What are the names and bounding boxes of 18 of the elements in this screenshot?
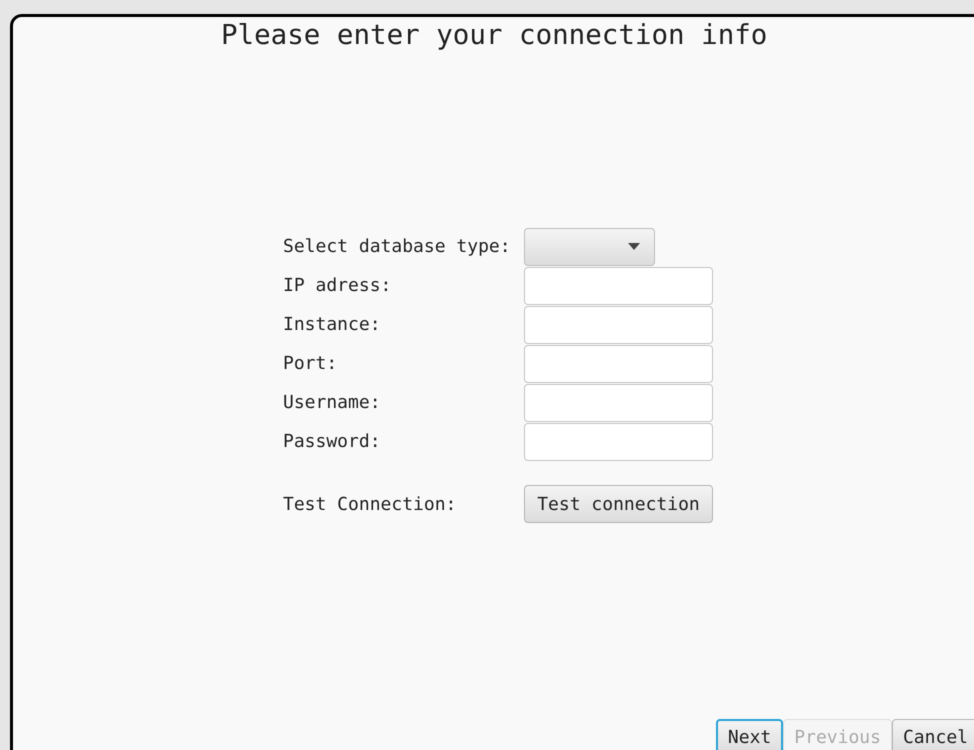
field-label: Instance: <box>283 313 382 337</box>
field-label: Port: <box>283 352 338 376</box>
test-connection-button[interactable]: Test connection <box>524 485 713 523</box>
wizard-button[interactable]: Cancel <box>892 719 974 750</box>
input-field[interactable] <box>524 384 713 422</box>
input-field[interactable] <box>524 306 713 344</box>
caret-icon <box>628 243 640 250</box>
input-field[interactable] <box>524 266 713 304</box>
field-label: Username: <box>283 391 382 415</box>
field-label: Test Connection: <box>283 492 458 516</box>
input-field[interactable] <box>524 422 713 460</box>
field-label: Password: <box>283 430 382 454</box>
field-label: Select database type: <box>283 235 512 259</box>
dialog-title: Please enter your connection info <box>221 18 768 52</box>
wizard-button[interactable]: Next <box>716 719 784 750</box>
database-type-dropdown[interactable] <box>524 228 655 266</box>
input-field[interactable] <box>524 344 713 382</box>
field-label: IP adress: <box>283 274 392 298</box>
